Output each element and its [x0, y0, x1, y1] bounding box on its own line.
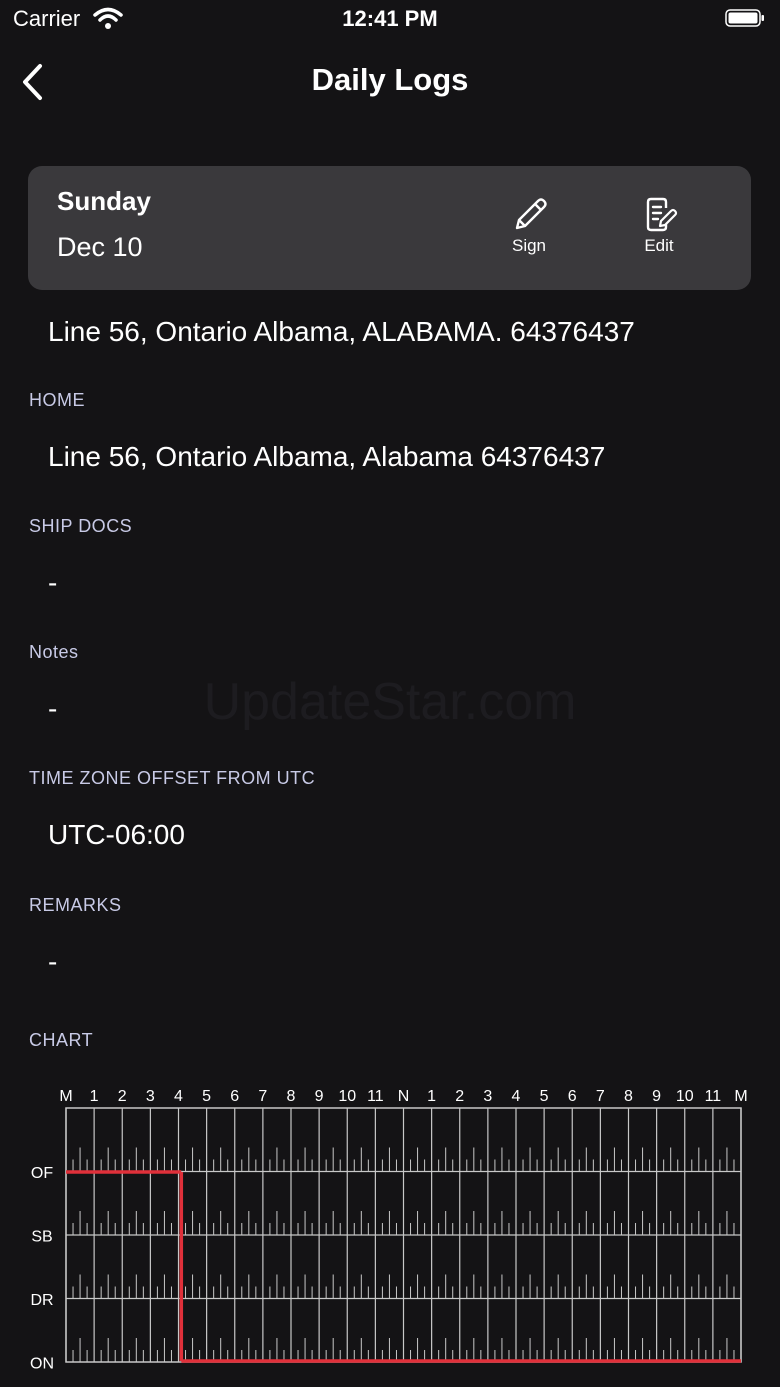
chart-hour-label: 4	[512, 1088, 521, 1105]
ship-docs-value: -	[48, 567, 58, 598]
chart-hour-label: 8	[624, 1088, 633, 1105]
chart-hour-label: 3	[146, 1088, 155, 1105]
chart-hour-label: 7	[258, 1088, 267, 1105]
chart-hour-label: 5	[202, 1088, 211, 1105]
sign-button-label: Sign	[511, 236, 547, 255]
chart-hour-label: 10	[338, 1088, 356, 1105]
chart-hour-label: 4	[174, 1088, 183, 1105]
sign-button[interactable]: Sign	[494, 196, 564, 268]
page-title: Daily Logs	[311, 62, 469, 97]
chart-row-label: OF	[31, 1165, 53, 1182]
watermark: UpdateStar.com	[203, 673, 577, 731]
ship-docs-label: SHIP DOCS	[29, 516, 133, 536]
chart-row-label: SB	[31, 1229, 52, 1246]
chart-hour-label: 10	[676, 1088, 694, 1105]
chart-hour-label: 11	[705, 1088, 722, 1105]
home-label: HOME	[29, 390, 85, 410]
notes-value: -	[48, 693, 58, 724]
chart-hour-label: 1	[427, 1088, 436, 1105]
chart-label: CHART	[29, 1030, 94, 1050]
day-name: Sunday	[57, 186, 151, 216]
chart-hour-label: 7	[596, 1088, 605, 1105]
partial-address-line: Line 56, Ontario Albama, ALABAMA. 643764…	[48, 316, 635, 347]
notes-label: Notes	[29, 642, 79, 662]
day-card: Sunday Dec 10 Sign Edit	[28, 166, 751, 290]
remarks-label: REMARKS	[29, 895, 122, 915]
chart-hour-label: 5	[540, 1088, 549, 1105]
chart-row-label: DR	[30, 1292, 53, 1309]
time-zone-label: TIME ZONE OFFSET FROM UTC	[29, 768, 316, 788]
edit-button-label: Edit	[644, 236, 674, 255]
chart-hour-label: 9	[315, 1088, 324, 1105]
chart-hour-label: 8	[287, 1088, 296, 1105]
chart-row-label: ON	[30, 1356, 54, 1373]
chart-hour-label: 11	[367, 1088, 384, 1105]
chart-hour-label: N	[398, 1088, 410, 1105]
chart-hour-label: 1	[90, 1088, 99, 1105]
status-time: 12:41 PM	[342, 6, 438, 31]
chart-hour-label: 2	[118, 1088, 127, 1105]
chart-hour-label: M	[59, 1088, 72, 1105]
chart-hour-label: 6	[568, 1088, 577, 1105]
remarks-value: -	[48, 946, 58, 977]
time-zone-value: UTC-06:00	[48, 819, 185, 850]
chart-hour-label: M	[734, 1088, 747, 1105]
chart-hour-label: 2	[455, 1088, 464, 1105]
chart-hour-label: 6	[230, 1088, 239, 1105]
home-value: Line 56, Ontario Albama, Alabama 6437643…	[48, 441, 606, 472]
edit-button[interactable]: Edit	[624, 196, 694, 268]
day-date: Dec 10	[57, 232, 143, 262]
chart-hour-label: 9	[652, 1088, 661, 1105]
status-bar: Carrier 12:41 PM	[0, 0, 780, 40]
duty-status-chart: M 1 2 3 4 5 6 7 8 9 10 11 N 1 2 3 4 5 6 7 8 9 10 11 MOFSBDRON	[30, 1088, 748, 1373]
battery-icon	[725, 9, 764, 27]
pencil-icon	[515, 198, 547, 230]
edit-document-icon	[646, 197, 678, 232]
chart-hour-label: 3	[483, 1088, 492, 1105]
navigation-bar: Daily Logs	[0, 50, 780, 114]
